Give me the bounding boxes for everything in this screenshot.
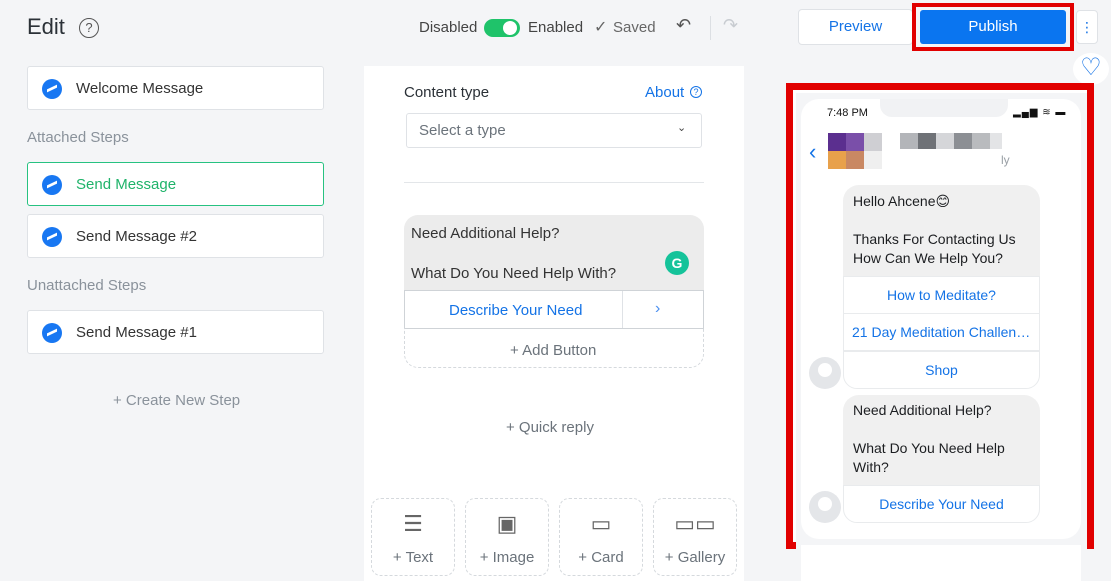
about-link[interactable]: About <box>645 84 684 101</box>
censored-avatar-pixel <box>828 151 846 169</box>
back-chevron-icon: ‹ <box>809 139 817 164</box>
preview-reply-button: Describe Your Need <box>843 485 1040 523</box>
messenger-icon <box>42 323 62 343</box>
censored-name-pixel <box>936 133 954 149</box>
create-new-step-link[interactable]: + Create New Step <box>113 392 240 409</box>
attached-steps-heading: Attached Steps <box>27 129 129 146</box>
question-circle-icon[interactable]: ? <box>79 18 99 38</box>
text-lines-icon: ☰ <box>403 511 423 536</box>
preview-button[interactable]: Preview <box>798 9 913 45</box>
censored-name-pixel <box>918 133 936 149</box>
censored-name-pixel <box>990 133 1002 149</box>
phone-status-icons: ▂▄▆ ≋ ▬ <box>1013 107 1067 118</box>
redo-icon[interactable]: ↷ <box>723 15 738 36</box>
page-avatar-icon <box>809 357 841 389</box>
bubble-line: Need Additional Help? <box>853 402 992 418</box>
contact-name-fragment: ly <box>1001 153 1010 167</box>
phone-notch <box>880 99 1008 117</box>
phone-time: 7:48 PM <box>827 107 868 119</box>
chevron-down-icon: ⌄ <box>677 122 687 134</box>
censored-avatar-pixel <box>846 151 864 169</box>
saved-status: Saved <box>613 19 656 36</box>
censored-avatar-pixel <box>864 151 882 169</box>
add-gallery-tool[interactable]: ▭▭ + Gallery <box>653 498 737 576</box>
grammarly-icon[interactable]: G <box>665 251 689 275</box>
toggle-knob <box>503 21 517 35</box>
preview-reply-button: 21 Day Meditation Challenge <box>843 313 1040 351</box>
disabled-label: Disabled <box>419 19 478 36</box>
preview-reply-button: Shop <box>843 351 1040 389</box>
gallery-icon: ▭▭ <box>674 511 716 536</box>
bubble-line: What Do You Need Help <box>853 440 1005 456</box>
toolbar-divider <box>710 16 711 40</box>
content-type-select-value: Select a type <box>419 122 506 139</box>
step-label: Send Message #2 <box>76 228 197 245</box>
step-label: Welcome Message <box>76 80 204 97</box>
undo-icon[interactable]: ↶ <box>676 15 691 36</box>
censored-avatar-pixel <box>864 133 882 151</box>
image-icon: ▣ <box>496 511 518 536</box>
enabled-label: Enabled <box>528 19 584 36</box>
step-send-message[interactable]: Send Message <box>27 162 324 206</box>
bubble-greeting: Hello Ahcene😊 <box>853 193 951 209</box>
tool-label: + Card <box>578 549 624 566</box>
step-send-message-1[interactable]: Send Message #1 <box>27 310 324 354</box>
tool-label: + Image <box>479 549 535 566</box>
messenger-icon <box>42 175 62 195</box>
phone-bottom-strip <box>801 545 1081 581</box>
bubble-line: With? <box>853 459 889 475</box>
add-card-tool[interactable]: ▭ + Card <box>559 498 643 576</box>
card-icon: ▭ <box>590 511 612 536</box>
message-line: What Do You Need Help With? <box>411 265 617 282</box>
content-type-label: Content type <box>404 84 490 101</box>
more-options-button[interactable]: ⋮ <box>1076 10 1098 44</box>
step-label: Send Message <box>76 176 177 193</box>
quick-reply-link[interactable]: + Quick reply <box>506 419 594 436</box>
button-row-divider <box>622 291 623 328</box>
message-button-label[interactable]: Describe Your Need <box>449 302 582 319</box>
tool-label: + Text <box>392 549 434 566</box>
page-title: Edit <box>27 14 65 39</box>
heart-icon[interactable]: ♡ <box>1073 53 1109 85</box>
unattached-steps-heading: Unattached Steps <box>27 277 147 294</box>
check-icon: ✓ <box>594 19 608 36</box>
bubble-line: How Can We Help You? <box>853 250 1003 266</box>
messenger-icon <box>42 227 62 247</box>
step-label: Send Message #1 <box>76 324 197 341</box>
messenger-icon <box>42 79 62 99</box>
censored-name-pixel <box>972 133 990 149</box>
tool-label: + Gallery <box>664 549 726 566</box>
chevron-right-icon[interactable]: › <box>655 300 660 318</box>
step-welcome-message[interactable]: Welcome Message <box>27 66 324 110</box>
censored-name-pixel <box>954 133 972 149</box>
page-avatar-icon <box>809 491 841 523</box>
bubble-line: Thanks For Contacting Us <box>853 231 1016 247</box>
preview-reply-button: How to Meditate? <box>843 276 1040 314</box>
add-button-link[interactable]: + Add Button <box>510 342 596 359</box>
censored-name-pixel <box>900 133 918 149</box>
message-line: Need Additional Help? <box>411 225 560 242</box>
step-send-message-2[interactable]: Send Message #2 <box>27 214 324 258</box>
question-circle-icon[interactable]: ? <box>690 86 702 98</box>
publish-button[interactable]: Publish <box>920 10 1066 44</box>
add-image-tool[interactable]: ▣ + Image <box>465 498 549 576</box>
censored-avatar-pixel <box>828 133 846 151</box>
section-divider <box>404 182 704 183</box>
censored-avatar-pixel <box>846 133 864 151</box>
add-text-tool[interactable]: ☰ + Text <box>371 498 455 576</box>
